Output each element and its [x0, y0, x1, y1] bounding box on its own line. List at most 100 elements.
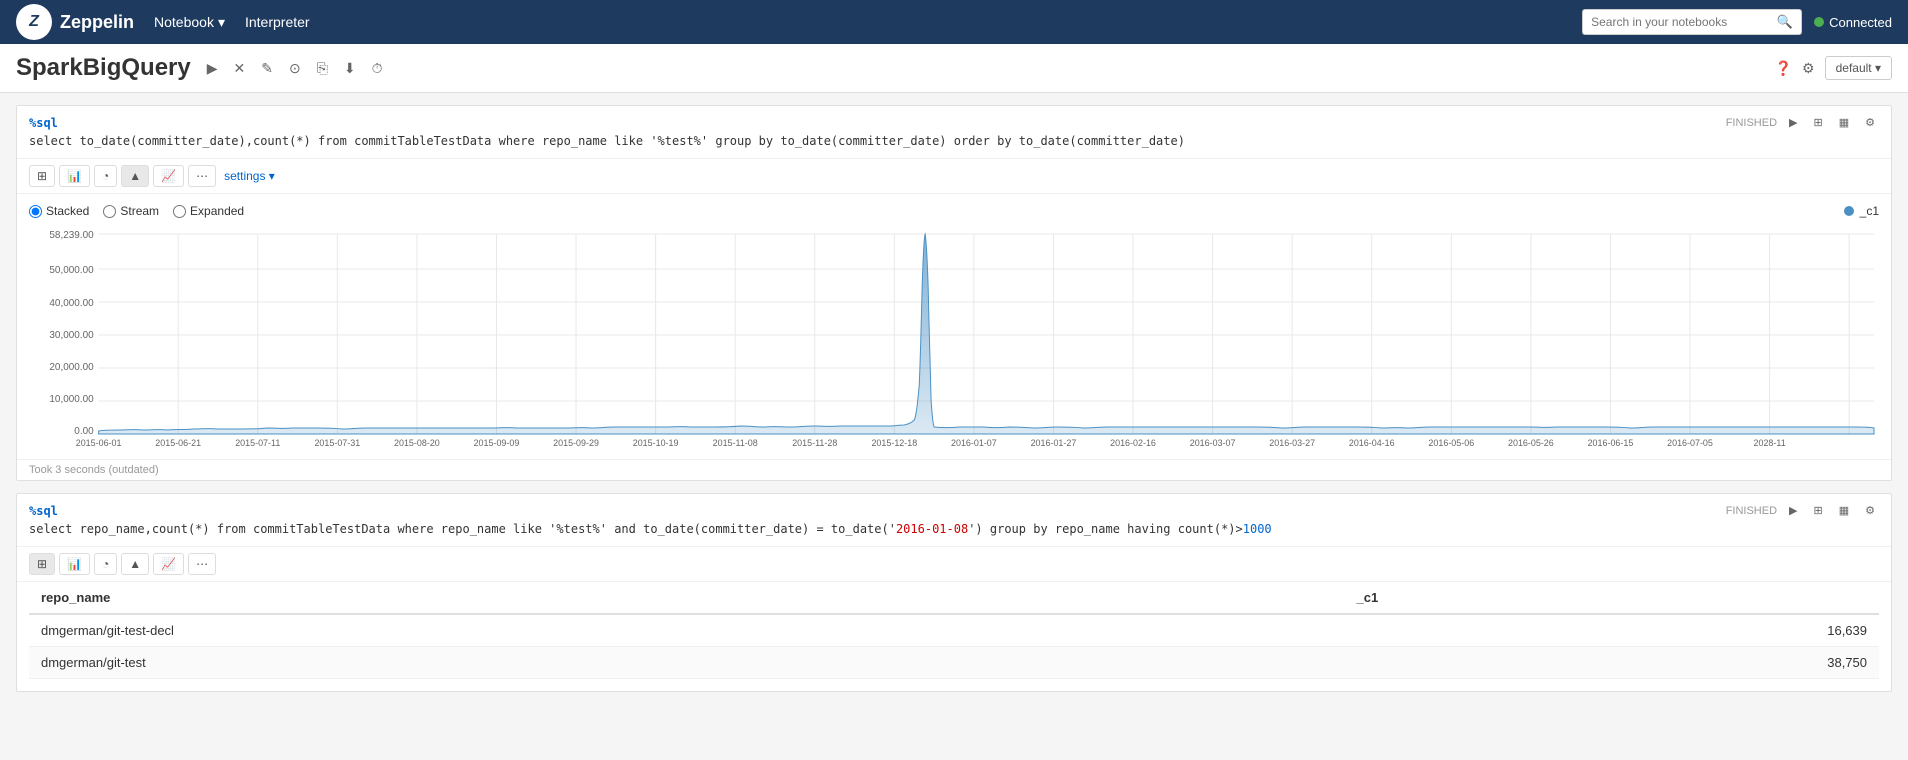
cell-1-table-view-btn[interactable]: ⊞	[29, 165, 55, 187]
svg-text:2015-12-18: 2015-12-18	[871, 438, 917, 446]
svg-text:10,000.00: 10,000.00	[49, 394, 94, 405]
svg-text:2015-06-01: 2015-06-01	[76, 438, 122, 446]
cell-1-area-chart-btn[interactable]: ▲	[121, 165, 149, 187]
cell-2-toolbar: ⊞ 📊 ◔ ▲ 📈 ⋯	[17, 547, 1891, 582]
svg-text:2016-05-26: 2016-05-26	[1508, 438, 1554, 446]
cell-2-status: FINISHED ▶ ⊞ ▦ ⚙	[1726, 502, 1879, 519]
svg-text:0.00: 0.00	[74, 426, 94, 437]
search-box[interactable]: 🔍	[1582, 9, 1802, 35]
export-button[interactable]: ⬇	[340, 58, 360, 79]
svg-text:2015-08-20: 2015-08-20	[394, 438, 440, 446]
cell-1-footer: Took 3 seconds (outdated)	[17, 459, 1891, 480]
delete-button[interactable]: ⊙	[285, 58, 305, 79]
chart-legend-right: _c1	[1844, 204, 1879, 218]
cell-1-status: FINISHED ▶ ⊞ ▦ ⚙	[1726, 114, 1879, 131]
connected-dot	[1814, 17, 1824, 27]
col-repo-name-header: repo_name	[29, 582, 1345, 614]
cell-1-settings-dropdown[interactable]: settings ▾	[224, 169, 275, 183]
svg-text:2016-03-07: 2016-03-07	[1190, 438, 1236, 446]
col-c1-header: _c1	[1345, 582, 1879, 614]
cell-1-status-text: FINISHED	[1726, 117, 1777, 129]
cell-2-code: %sql select repo_name,count(*) from comm…	[29, 502, 1716, 538]
cell-1-bar-chart-btn[interactable]: 📊	[59, 165, 90, 187]
svg-text:50,000.00: 50,000.00	[49, 265, 94, 276]
cell-2-header: %sql select repo_name,count(*) from comm…	[17, 494, 1891, 547]
cell-1-chart-area: Stacked Stream Expanded _c1	[17, 194, 1891, 459]
connected-badge: Connected	[1814, 15, 1892, 30]
stop-button[interactable]: ✕	[230, 58, 250, 79]
cell-1-scatter-btn[interactable]: ⋯	[188, 165, 216, 187]
svg-text:2016-03-27: 2016-03-27	[1269, 438, 1315, 446]
expanded-label: Expanded	[190, 204, 244, 218]
svg-text:2015-09-09: 2015-09-09	[474, 438, 520, 446]
cell-2-expand-btn[interactable]: ⊞	[1810, 502, 1827, 519]
nav-interpreter-label: Interpreter	[245, 14, 310, 30]
stream-label: Stream	[120, 204, 159, 218]
nav-notebook[interactable]: Notebook ▾	[154, 14, 225, 31]
area-chart-svg: 58,239.00 50,000.00 40,000.00 30,000.00 …	[29, 226, 1879, 446]
svg-text:2028-11: 2028-11	[1754, 438, 1786, 446]
svg-text:2015-10-19: 2015-10-19	[633, 438, 679, 446]
svg-text:40,000.00: 40,000.00	[49, 298, 94, 309]
svg-text:20,000.00: 20,000.00	[49, 362, 94, 373]
stream-radio[interactable]: Stream	[103, 204, 159, 218]
nav-notebook-label: Notebook	[154, 14, 214, 30]
legend-dot	[1844, 206, 1854, 216]
search-icon[interactable]: 🔍	[1777, 14, 1793, 30]
cell-1-pie-chart-btn[interactable]: ◔	[94, 165, 117, 187]
cell-1-line-chart-btn[interactable]: 📈	[153, 165, 184, 187]
connected-label: Connected	[1829, 15, 1892, 30]
chart-type-radio-group: Stacked Stream Expanded	[29, 204, 244, 218]
default-button[interactable]: default ▾	[1825, 56, 1892, 80]
help-icon[interactable]: ❓	[1775, 60, 1792, 77]
repo-name-cell-2: dmgerman/git-test	[29, 647, 1345, 679]
svg-text:2015-07-31: 2015-07-31	[314, 438, 360, 446]
cell-2-line-chart-btn[interactable]: 📈	[153, 553, 184, 575]
cell-1-tag: %sql	[29, 116, 58, 130]
svg-text:2016-01-07: 2016-01-07	[951, 438, 997, 446]
svg-text:2015-11-28: 2015-11-28	[792, 438, 837, 446]
run-button[interactable]: ▶	[203, 58, 222, 79]
svg-text:2015-06-21: 2015-06-21	[155, 438, 201, 446]
cell-2-table-view-btn[interactable]: ⊞	[29, 553, 55, 575]
settings-icon[interactable]: ⚙	[1802, 60, 1815, 77]
cell-1-settings-btn[interactable]: ⚙	[1861, 114, 1879, 131]
cell-2-area-chart-btn[interactable]: ▲	[121, 553, 149, 575]
svg-text:2016-06-15: 2016-06-15	[1588, 438, 1634, 446]
title-right: ❓ ⚙ default ▾	[1775, 56, 1892, 80]
svg-text:2016-04-16: 2016-04-16	[1349, 438, 1395, 446]
cell-1-footer-text: Took 3 seconds (outdated)	[29, 464, 159, 476]
expanded-radio[interactable]: Expanded	[173, 204, 244, 218]
cell-1-run-btn[interactable]: ▶	[1785, 114, 1801, 131]
cell-1-toolbar: ⊞ 📊 ◔ ▲ 📈 ⋯ settings ▾	[17, 159, 1891, 194]
nav-interpreter[interactable]: Interpreter	[245, 14, 310, 30]
svg-text:2016-07-05: 2016-07-05	[1667, 438, 1713, 446]
nav-notebook-arrow: ▾	[218, 14, 225, 31]
cell-2-status-text: FINISHED	[1726, 505, 1777, 517]
repo-name-cell-1: dmgerman/git-test-decl	[29, 614, 1345, 647]
title-bar: SparkBigQuery ▶ ✕ ✎ ⊙ ⎘ ⬇ ⏱ ❓ ⚙ default …	[0, 44, 1908, 93]
edit-button[interactable]: ✎	[257, 58, 277, 79]
schedule-button[interactable]: ⏱	[368, 58, 387, 79]
search-input[interactable]	[1591, 15, 1771, 29]
cell-1-table-btn[interactable]: ▦	[1835, 114, 1853, 131]
cell-2: %sql select repo_name,count(*) from comm…	[16, 493, 1892, 692]
logo-text: Zeppelin	[60, 12, 134, 33]
cell-2-settings-btn[interactable]: ⚙	[1861, 502, 1879, 519]
stacked-radio[interactable]: Stacked	[29, 204, 89, 218]
svg-text:58,239.00: 58,239.00	[49, 230, 94, 241]
cell-1-header: %sql select to_date(committer_date),coun…	[17, 106, 1891, 159]
clone-button[interactable]: ⎘	[313, 58, 332, 79]
cell-2-table-btn[interactable]: ▦	[1835, 502, 1853, 519]
c1-cell-2: 38,750	[1345, 647, 1879, 679]
cell-1: %sql select to_date(committer_date),coun…	[16, 105, 1892, 481]
results-table: repo_name _c1 dmgerman/git-test-decl 16,…	[29, 582, 1879, 679]
cell-2-bar-chart-btn[interactable]: 📊	[59, 553, 90, 575]
cell-2-pie-chart-btn[interactable]: ◔	[94, 553, 117, 575]
cell-2-table-area: repo_name _c1 dmgerman/git-test-decl 16,…	[17, 582, 1891, 691]
cell-1-code: %sql select to_date(committer_date),coun…	[29, 114, 1716, 150]
chart-svg-container: 58,239.00 50,000.00 40,000.00 30,000.00 …	[29, 226, 1879, 449]
cell-2-run-btn[interactable]: ▶	[1785, 502, 1801, 519]
cell-2-scatter-btn[interactable]: ⋯	[188, 553, 216, 575]
cell-1-expand-btn[interactable]: ⊞	[1810, 114, 1827, 131]
